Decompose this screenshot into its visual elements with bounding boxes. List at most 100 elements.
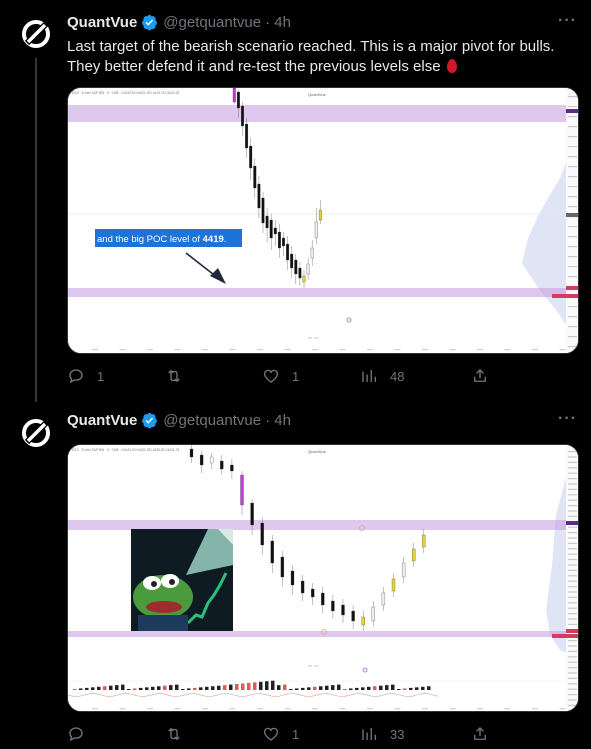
blood-drop-emoji-icon [446,59,457,73]
avatar[interactable] [16,413,56,453]
reply-icon [69,369,83,384]
axis-tick [568,488,577,490]
candle [314,221,318,239]
axis-tick [568,672,577,674]
candle [232,88,236,103]
time-tick [92,349,98,351]
author-handle[interactable]: @getquantvue [163,14,261,31]
volume-bar [355,687,359,690]
volume-bar [217,685,221,690]
volume-bar [343,689,347,690]
volume-bar [289,689,293,690]
tweet-1[interactable]: QuantVue @getquantvue · 4h ··· Last targ… [0,0,591,400]
axis-tick [568,136,577,138]
views-count: 48 [390,368,405,384]
axis-tick [568,586,577,588]
candle [401,562,406,578]
retweet-button[interactable] [165,725,195,743]
reply-button[interactable]: 1 [67,367,104,385]
quantvue-logo-icon [22,419,50,447]
axis-tick [568,559,577,561]
time-tick [559,349,566,351]
chart-image[interactable]: ES1! · E-mini S&P 500 · 5 · CME · O4431.… [67,444,579,712]
more-options-icon[interactable]: ··· [558,410,577,428]
candle [351,610,355,622]
axis-tick [568,456,577,458]
avatar[interactable] [16,14,56,54]
like-button[interactable]: 1 [262,725,299,743]
author-name[interactable]: QuantVue [67,14,137,31]
retweet-button[interactable] [165,367,195,385]
axis-tick [568,537,577,539]
volume-bar [307,687,311,690]
axis-tick [568,505,577,507]
candle [341,604,345,616]
axis-tick [568,548,577,550]
volume-bar [157,686,161,690]
candle [273,227,277,235]
axis-tick [568,553,577,555]
tweet-actions: 1 33 [67,724,487,744]
like-count: 1 [292,368,300,384]
time-tick [229,708,236,710]
time-tick [422,708,428,710]
reply-button[interactable] [67,725,97,743]
like-button[interactable]: 1 [262,367,299,385]
poc-zone [68,631,566,637]
axis-tick [568,699,577,701]
tweet-header: QuantVue @getquantvue · 4h [67,410,291,430]
chart-image[interactable]: ES1! · E-mini S&P 500 · 5 · CME · O4420.… [67,87,579,354]
candle [298,267,302,279]
candle [250,502,254,526]
candle [310,247,314,259]
tweet-time[interactable]: · 4h [265,412,291,429]
volume-bar [421,686,425,690]
axis-tick [568,472,577,474]
views-button[interactable]: 48 [360,367,404,385]
volume-bar [151,686,155,690]
axis-tick [568,542,577,544]
time-tick [532,708,538,710]
resistance-zone [68,105,566,122]
volume-bar [79,688,83,690]
volume-bar [73,689,77,690]
like-count: 1 [292,726,300,742]
volume-bar [127,689,131,690]
tweet-2[interactable]: QuantVue @getquantvue · 4h ··· ES1! · E-… [0,400,591,749]
candle [189,448,194,458]
axis-tick [568,156,577,158]
author-handle[interactable]: @getquantvue [163,412,261,429]
svg-text:QuantVue: QuantVue [308,449,327,454]
axis-tick [568,613,577,615]
tweet-time[interactable]: · 4h [265,14,291,31]
axis-tick [568,656,577,658]
annotation-text: and the big POC level of 4419. [97,234,226,245]
author-name[interactable]: QuantVue [67,412,137,429]
volume-bar [139,687,143,690]
share-button[interactable] [471,367,489,385]
time-tick [394,349,401,351]
time-tick [147,349,153,351]
views-button[interactable]: 33 [360,725,404,743]
chart-watermark: QuantVue [308,92,327,97]
axis-tick [568,645,577,647]
axis-tick [568,266,577,268]
candle [270,540,274,564]
views-icon [362,728,377,740]
share-button[interactable] [471,725,489,743]
retweet-icon [168,727,180,741]
axis-tick [568,580,577,582]
svg-text:ES · 5m: ES · 5m [308,664,319,668]
volume-bar [277,685,281,690]
volume-bar [85,687,89,690]
time-tick [174,708,181,710]
axis-tick [568,316,577,318]
axis-tick [568,499,577,501]
candle [257,183,261,209]
axis-tick [568,704,577,706]
volume-bar [133,688,137,690]
volume-bar [403,688,407,690]
more-options-icon[interactable]: ··· [558,12,577,30]
candle [311,588,315,598]
time-tick [284,708,291,710]
